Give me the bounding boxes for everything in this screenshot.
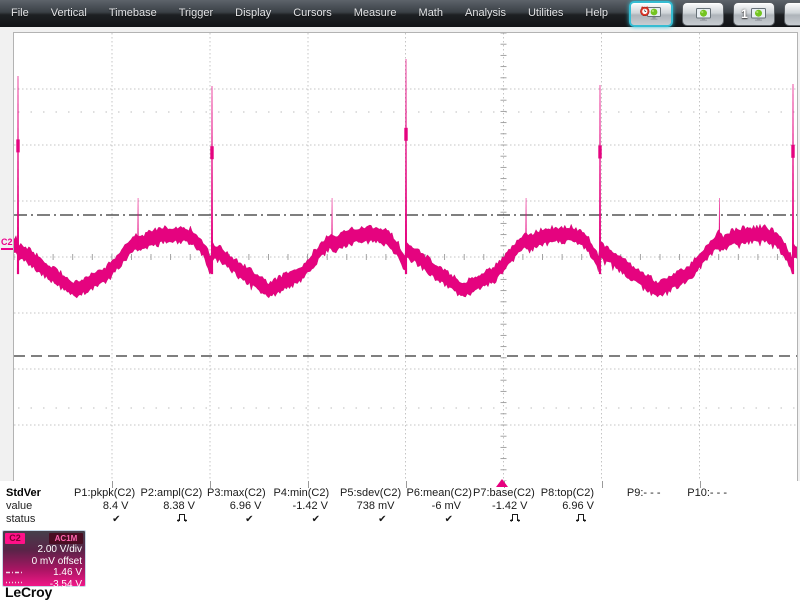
measure-status-p4: ✔ [274, 513, 341, 526]
tall-spike [598, 85, 602, 275]
menu-item-measure[interactable]: Measure [343, 0, 408, 27]
menu-item-cursors[interactable]: Cursors [282, 0, 343, 27]
measure-header-p9: P9:- - - [626, 487, 661, 499]
dash-dot-level-icon [6, 571, 24, 574]
small-spike [718, 198, 721, 247]
status-check-icon: ✔ [444, 514, 453, 525]
partial-toolbar-button[interactable] [784, 2, 800, 26]
grid-division-tick [405, 481, 407, 488]
tall-spike [404, 59, 408, 275]
menu-bar: File Vertical Timebase Trigger Display Cursor… [0, 0, 800, 27]
waveform-svg [14, 33, 797, 481]
channel-label-chip: C2 [5, 533, 25, 544]
measure-value-p4: -1.42 V [292, 500, 328, 512]
measure-value-p8: 6.96 V [562, 500, 594, 512]
measure-header-p1: P1:pkpk(C2) [74, 487, 136, 499]
measure-status-p3: ✔ [207, 513, 274, 526]
measure-header-p3: P3:max(C2) [207, 487, 266, 499]
volts-per-div: 2.00 V/div [37, 544, 82, 555]
grid-division-tick [112, 481, 113, 488]
lecroy-logo: LeCroy [5, 584, 53, 600]
measure-status-p9 [606, 513, 673, 526]
measure-value-p9 [606, 500, 673, 513]
menu-item-analysis[interactable]: Analysis [454, 0, 517, 27]
small-spike [331, 198, 333, 247]
status-pulse-icon [177, 514, 187, 522]
channel-c2-zero-marker[interactable]: C2 [1, 238, 13, 250]
measure-header-p5: P5:sdev(C2) [340, 487, 402, 499]
status-check-icon: ✔ [112, 514, 121, 525]
menu-item-vertical[interactable]: Vertical [40, 0, 98, 27]
toolbar: 1 [629, 1, 800, 27]
small-spike [137, 198, 139, 247]
measure-status-p8 [540, 513, 607, 526]
tall-spike [210, 86, 214, 275]
trigger-position-marker[interactable] [496, 479, 508, 487]
measure-status-p6: ✔ [407, 513, 474, 526]
status-check-icon: ✔ [311, 514, 320, 525]
measure-header-p2: P2:ampl(C2) [140, 487, 203, 499]
status-pulse-icon [576, 514, 586, 522]
small-spike [525, 198, 527, 247]
monitor-status-button[interactable] [682, 2, 724, 26]
measure-status-p1: ✔ [74, 513, 141, 526]
measure-header-p10: P10:- - - [687, 487, 727, 499]
monitor-icon [695, 7, 711, 21]
measure-header-p8: P8:top(C2) [540, 487, 594, 499]
toolbar-button-1-label: 1 [741, 7, 748, 21]
menu-item-display[interactable]: Display [224, 0, 282, 27]
waveform-display: C2 [0, 27, 800, 482]
coupling-chip: AC1M [49, 533, 83, 544]
measure-status-p2 [141, 513, 208, 526]
offset-value: 0 mV offset [31, 555, 82, 567]
monitor-1-status-button[interactable]: 1 [733, 2, 775, 26]
channel-descriptor-c2[interactable]: C2 AC1M 2.00 V/div 0 mV offset 1.46 V -3… [2, 530, 86, 590]
measure-value-p1: 8.4 V [102, 500, 129, 512]
measure-header-p6: P6:mean(C2) [406, 487, 472, 499]
table-row-label-status: status [6, 513, 36, 525]
measure-value-p5: 738 mV [356, 500, 395, 512]
alarm-clock-monitor-icon [640, 6, 661, 20]
alarm-clock-monitor-button[interactable] [629, 1, 673, 27]
menu-item-math[interactable]: Math [408, 0, 454, 27]
menu-item-timebase[interactable]: Timebase [98, 0, 168, 27]
menu-item-file[interactable]: File [0, 0, 40, 27]
status-pulse-icon [509, 514, 520, 522]
lecroy-scope-app: File Vertical Timebase Trigger Display Cursor… [0, 0, 800, 600]
measure-value-p10 [673, 500, 740, 513]
grid-division-tick [699, 481, 701, 488]
tall-spike [16, 76, 20, 275]
menu-items: File Vertical Timebase Trigger Display Cursor… [0, 0, 619, 27]
menu-item-trigger[interactable]: Trigger [168, 0, 224, 27]
measure-value-p3: 6.96 V [229, 500, 262, 512]
measure-status-p7 [473, 513, 540, 526]
status-check-icon: ✔ [378, 514, 387, 525]
table-row-label-value: value [6, 500, 33, 512]
measure-value-p2: 8.38 V [163, 500, 195, 512]
menu-item-utilities[interactable]: Utilities [517, 0, 574, 27]
measure-header-p7: P7:base(C2) [473, 487, 535, 499]
measure-value-p6: -6 mV [431, 500, 461, 512]
status-check-icon: ✔ [245, 514, 254, 525]
measure-header-p4: P4:min(C2) [273, 487, 330, 499]
menu-item-help[interactable]: Help [574, 0, 619, 27]
measure-value-p7: -1.42 V [492, 500, 528, 512]
grid-division-tick [210, 481, 211, 488]
grid-division-tick [308, 481, 309, 488]
grid-division-tick [601, 481, 603, 488]
measure-status-p5: ✔ [340, 513, 407, 526]
measurement-table: StdVer P1:pkpk(C2) P2:ampl(C2) P3:max(C2) P4… [6, 487, 739, 526]
monitor-icon [750, 7, 766, 21]
table-row-label-name: StdVer [6, 487, 41, 499]
graticule [13, 32, 798, 482]
measure-status-p10 [673, 513, 740, 526]
